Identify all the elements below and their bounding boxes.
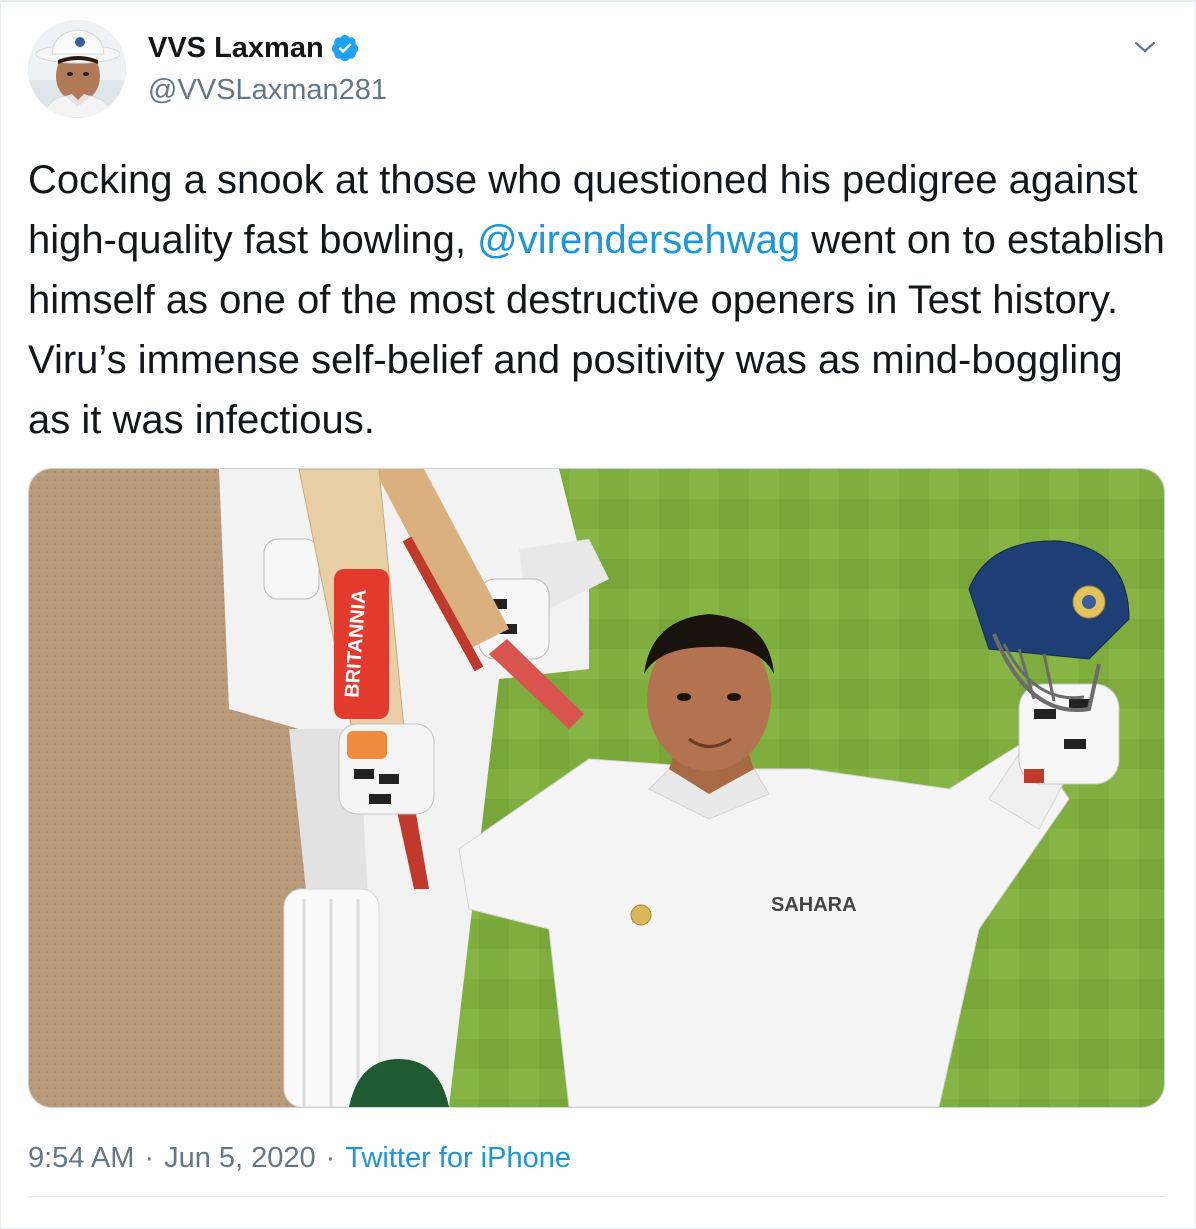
tweet-date[interactable]: Jun 5, 2020 xyxy=(164,1142,316,1174)
batting-glove xyxy=(338,723,435,815)
tweet-metadata: 9:54 AM · Jun 5, 2020 · Twitter for iPhone xyxy=(28,1138,571,1178)
verified-badge-icon xyxy=(330,33,360,63)
author-display-name[interactable]: VVS Laxman xyxy=(148,30,360,66)
divider xyxy=(28,1196,1165,1197)
author-handle[interactable]: @VVSLaxman281 xyxy=(148,72,387,108)
meta-separator: · xyxy=(325,1142,336,1174)
tweet-header: VVS Laxman @VVSLaxman281 xyxy=(28,20,1168,120)
shirt-logo-text: SAHARA xyxy=(771,894,857,916)
tweet-photo[interactable]: BRITANNIA SAHARA xyxy=(28,468,1165,1108)
meta-separator: · xyxy=(144,1142,155,1174)
mention-link[interactable]: @virendersehwag xyxy=(477,218,800,262)
tweet-text: Cocking a snook at those who questioned … xyxy=(28,150,1173,450)
author-name-text: VVS Laxman xyxy=(148,32,324,64)
profile-photo-icon xyxy=(28,20,126,118)
tweet-time[interactable]: 9:54 AM xyxy=(28,1142,134,1174)
tweet-source-link[interactable]: Twitter for iPhone xyxy=(345,1142,571,1174)
chevron-down-icon[interactable] xyxy=(1132,34,1158,60)
cricket-celebration-photo: BRITANNIA SAHARA xyxy=(29,469,1164,1107)
avatar[interactable] xyxy=(28,20,126,118)
tweet-card: VVS Laxman @VVSLaxman281 Cocking a snook… xyxy=(0,0,1196,1229)
